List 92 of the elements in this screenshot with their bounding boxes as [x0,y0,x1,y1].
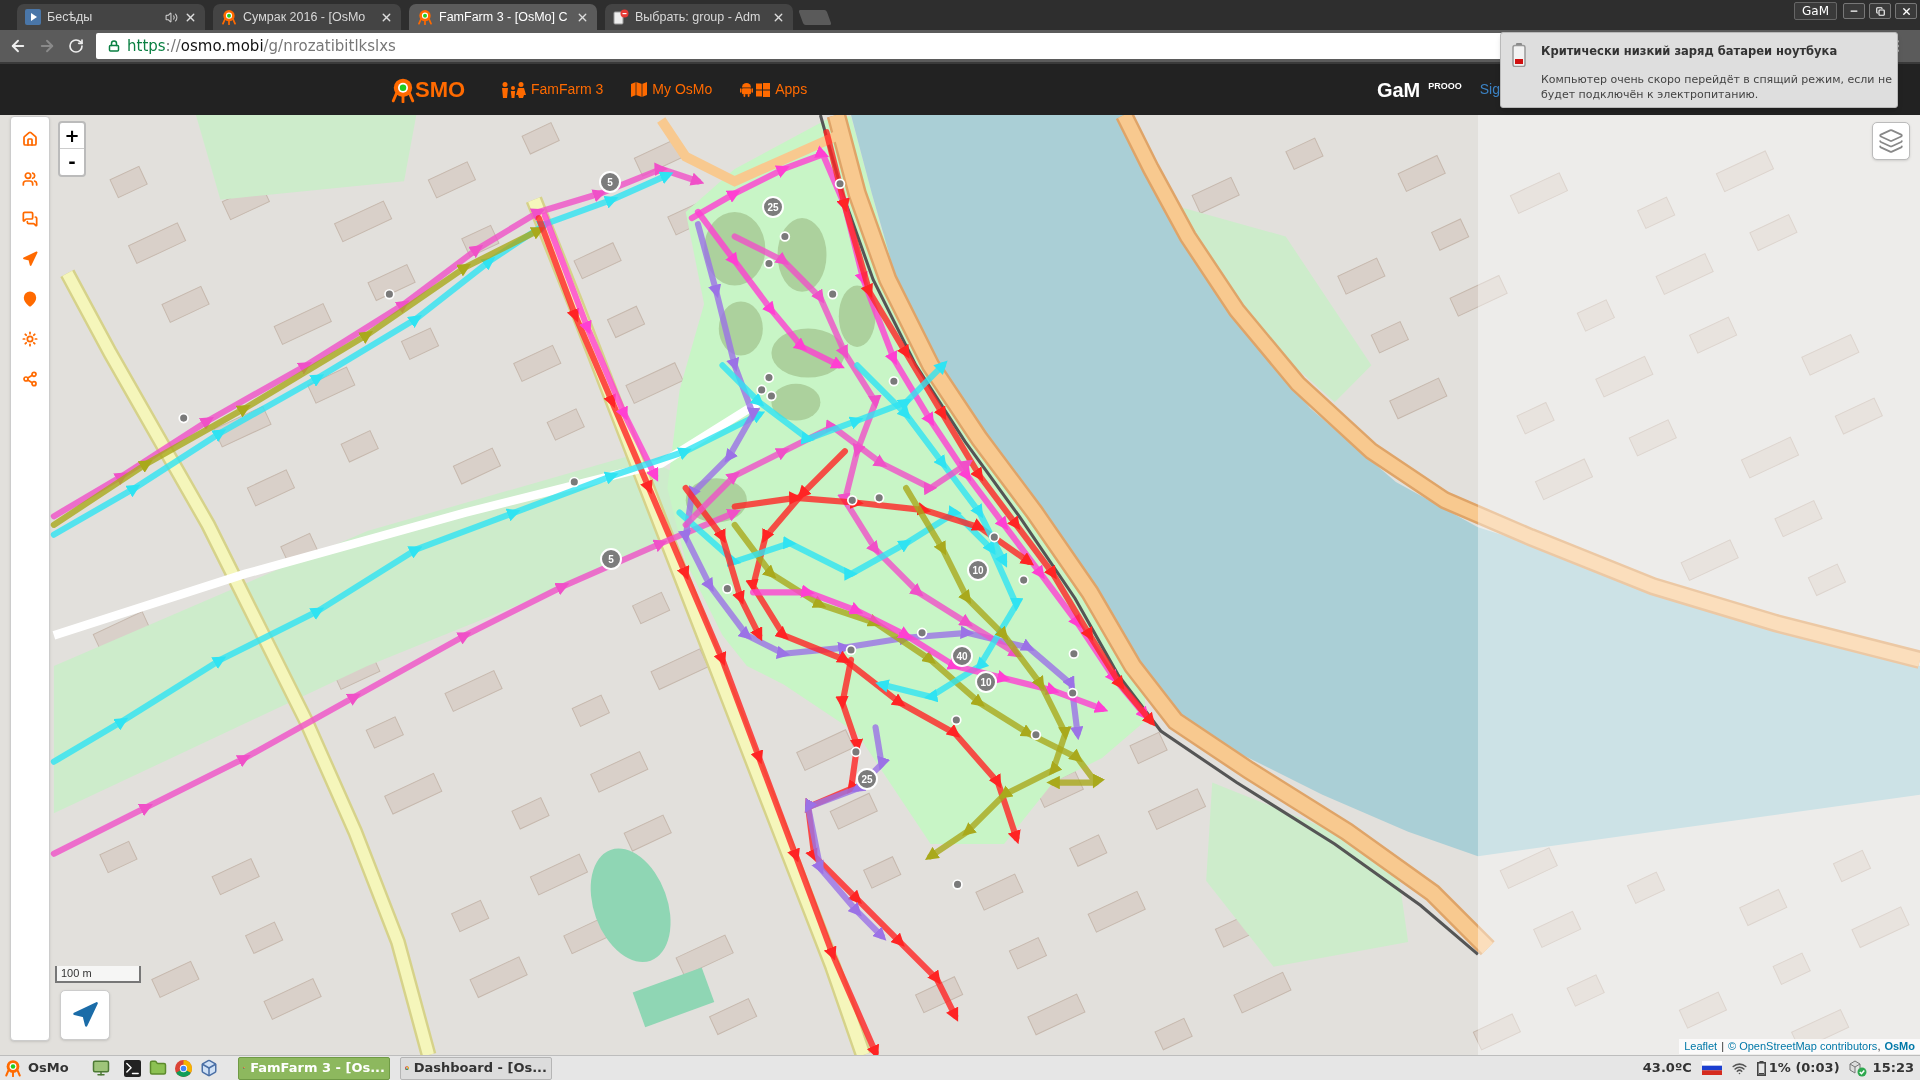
taskbar-window[interactable]: Dashboard - [Os... [400,1056,552,1080]
start-logo-icon [4,1059,22,1077]
waypoint-icon[interactable] [952,879,963,890]
battery-text: 1% (0:03) [1768,1059,1840,1078]
waypoint-icon[interactable] [178,412,189,424]
restore-button[interactable] [1869,3,1891,19]
waypoint-icon[interactable] [951,714,962,726]
back-icon[interactable] [9,37,27,55]
pro-label: PROOO [1428,79,1462,93]
map-attribution: Leaflet | © OpenStreetMap contributors, OsMo [1679,1039,1920,1054]
play-favicon-icon [25,9,41,25]
reload-icon[interactable] [68,38,84,54]
nav-link[interactable]: My OsMo [631,79,713,100]
zoom-in-button[interactable]: + [60,123,84,149]
wood-area [685,478,747,523]
waypoint-icon[interactable] [763,372,775,383]
waypoint-icon[interactable] [779,231,791,242]
map-pin-icon [22,291,38,307]
zoom-out-button[interactable]: - [60,149,84,175]
profile-button[interactable]: GaM [1794,2,1837,20]
logo-favicon-icon [417,9,433,25]
waypoint-icon[interactable] [1030,729,1042,740]
nav-link[interactable]: FamFarm 3 [500,79,604,100]
page-favicon-icon [613,9,629,25]
flag-icon[interactable] [1701,1061,1722,1075]
waypoint-icon[interactable] [722,583,733,594]
wood-area [718,301,763,356]
speaker-icon[interactable] [165,10,178,24]
waypoint-icon[interactable] [916,627,928,639]
browser-icon[interactable] [175,1059,192,1077]
user-name: GaM [1376,77,1421,103]
waypoint-icon[interactable] [384,288,395,300]
waypoint-icon[interactable] [888,376,900,387]
sign-in-link[interactable]: Sig [1479,79,1500,100]
monitor-icon[interactable] [92,1059,110,1077]
cube-icon[interactable] [200,1059,218,1077]
sun-icon [22,331,38,347]
browser-tab[interactable]: Выбрать: group - Adm [605,4,793,30]
family-icon [500,81,526,98]
battery-icon[interactable] [1756,1060,1766,1076]
waypoint-icon[interactable] [1018,574,1029,586]
group-icon [22,171,38,187]
low-battery-icon [1512,43,1526,67]
logo-text: SMO [415,78,466,101]
windows-icon [756,82,771,97]
chat-icon [22,211,38,227]
android-icon [740,82,754,97]
browser-tab[interactable]: Сумрак 2016 - [OsMo [213,4,401,30]
notification-title: Критически низкий заряд батареи ноутбука [1541,43,1839,60]
scale-bar: 100 m [55,966,141,983]
waypoint-icon[interactable] [873,492,885,504]
minimize-button[interactable] [1843,3,1865,19]
nav-link[interactable]: Apps [740,79,808,100]
waypoint-icon[interactable] [827,288,838,300]
terminal-icon[interactable] [124,1059,141,1077]
waypoint-icon[interactable] [569,476,580,488]
map-icon [631,82,648,97]
waypoint-icon[interactable] [845,644,857,656]
waypoint-icon[interactable] [847,495,858,506]
wood-area [771,383,821,421]
wifi-icon[interactable] [1731,1060,1747,1076]
locate-button[interactable] [60,990,110,1040]
waypoint-icon[interactable] [989,531,1000,543]
notification-text: Компьютер очень скоро перейдёт в спящий режим, если не будет подключён к электропитанию. [1541,72,1893,103]
folder-icon[interactable] [149,1059,167,1077]
attribution-link[interactable]: OsMo [1884,1040,1915,1052]
close-button[interactable] [1895,3,1917,19]
temperature-text: 43.0ºC [1642,1059,1692,1078]
waypoint-icon[interactable] [834,178,846,189]
waypoint-icon[interactable] [1067,687,1078,699]
restore-icon [1875,6,1885,16]
home-icon [22,131,38,147]
clock-text: 15:23 [1872,1059,1914,1078]
waypoint-icon[interactable] [766,390,777,402]
waypoint-icon[interactable] [763,258,775,269]
browser-tab[interactable]: Бесѣды [17,4,205,30]
navigation-icon [71,1001,99,1029]
waypoint-icon[interactable] [1068,648,1080,659]
layers-button[interactable] [1872,122,1910,160]
close-icon [1900,5,1912,17]
share-icon [22,371,38,387]
lock-icon [108,40,120,52]
browser-tab[interactable]: FamFarm 3 - [OsMo] C [409,4,597,30]
waypoint-icon[interactable] [756,384,767,396]
sync-icon[interactable] [1847,1059,1867,1077]
attribution-link[interactable]: Leaflet [1684,1040,1718,1052]
logo-favicon-icon [221,9,237,25]
logo-icon [390,76,416,103]
layers-icon [1878,128,1904,154]
navigation-icon [22,251,38,267]
waypoint-icon[interactable] [850,746,862,758]
start-button[interactable]: OsMo [0,1058,78,1078]
